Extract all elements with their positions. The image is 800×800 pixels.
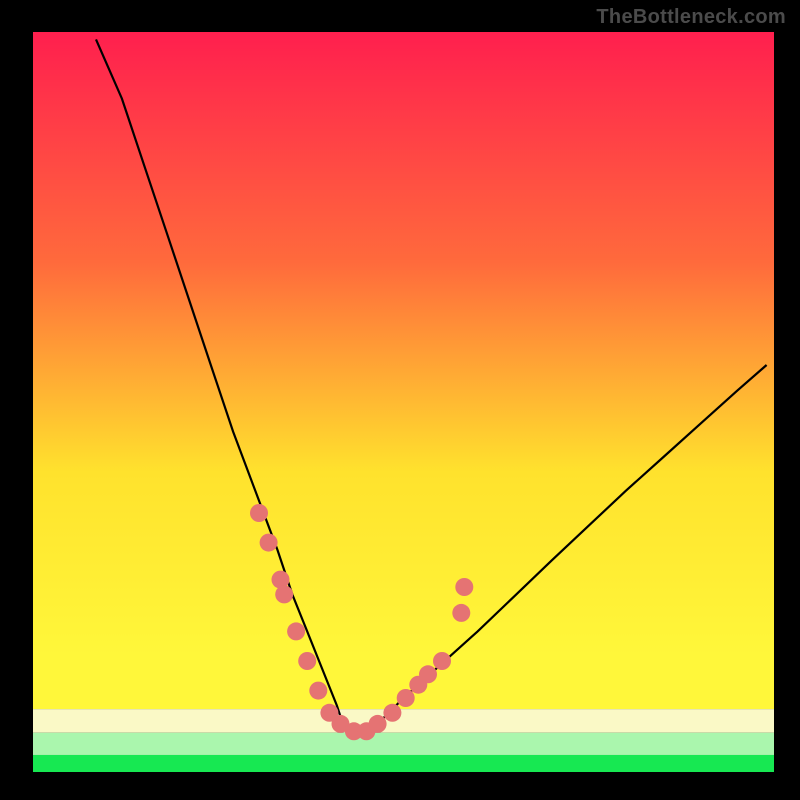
data-point-marker bbox=[298, 652, 316, 670]
data-point-marker bbox=[260, 534, 278, 552]
data-point-marker bbox=[397, 689, 415, 707]
chart-background-gradient bbox=[33, 32, 774, 709]
watermark-text: TheBottleneck.com bbox=[596, 6, 786, 29]
chart-container: { "watermark": "TheBottleneck.com", "cha… bbox=[0, 0, 800, 800]
data-point-marker bbox=[383, 704, 401, 722]
data-point-marker bbox=[369, 715, 387, 733]
chart-svg bbox=[0, 0, 800, 800]
data-point-marker bbox=[455, 578, 473, 596]
chart-bottom-bands bbox=[33, 709, 774, 772]
data-point-marker bbox=[309, 682, 327, 700]
data-point-marker bbox=[250, 504, 268, 522]
data-point-marker bbox=[287, 622, 305, 640]
data-point-marker bbox=[433, 652, 451, 670]
data-point-marker bbox=[452, 604, 470, 622]
data-point-marker bbox=[419, 665, 437, 683]
data-point-marker bbox=[275, 585, 293, 603]
